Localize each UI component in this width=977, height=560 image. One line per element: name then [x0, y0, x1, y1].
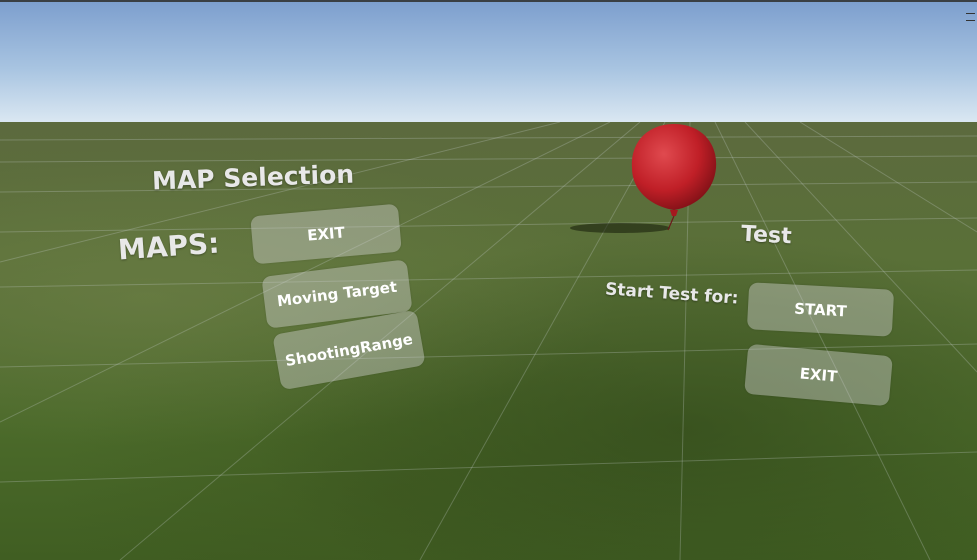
start-button[interactable]: START	[746, 282, 895, 337]
ground-grid	[0, 122, 977, 560]
sky	[0, 2, 977, 123]
test-title: Test	[740, 221, 793, 250]
balloon-target[interactable]	[560, 120, 730, 240]
menu-icon[interactable]	[966, 13, 975, 21]
balloon-icon	[570, 124, 717, 233]
game-viewport: MAP Selection MAPS: EXIT Moving Target S…	[0, 0, 977, 560]
maps-label: MAPS:	[116, 226, 221, 267]
